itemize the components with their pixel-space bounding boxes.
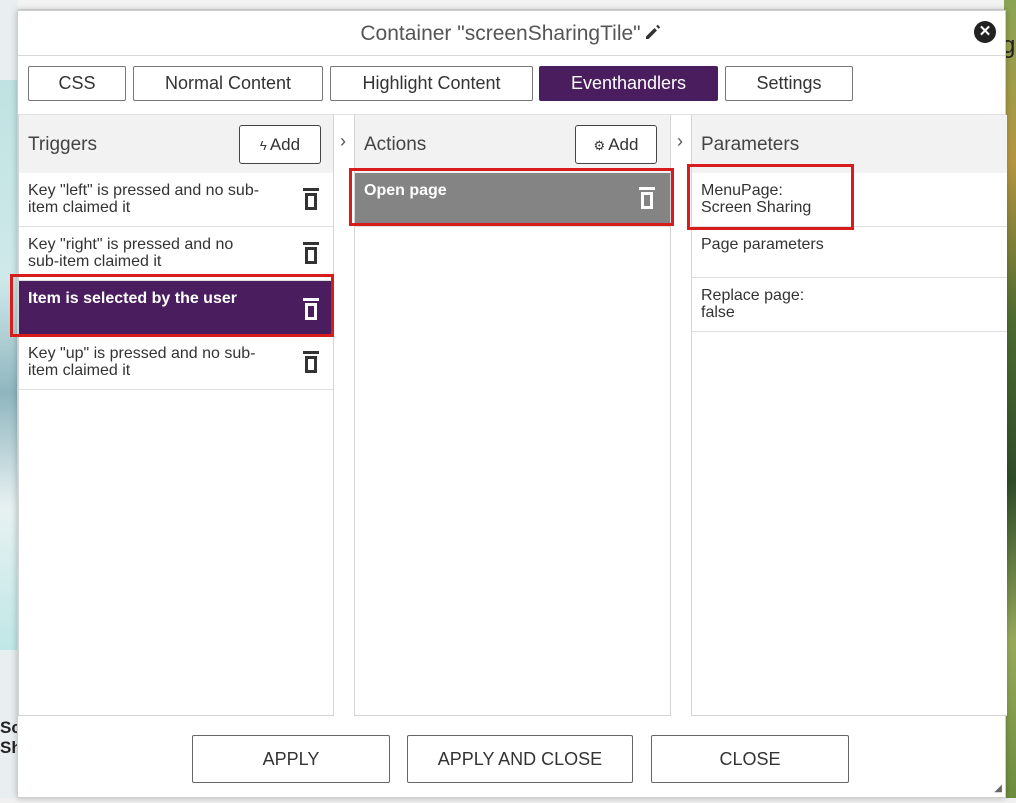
triggers-heading: Triggers [28,134,97,155]
add-action-button[interactable]: ⚙ Add [575,125,657,164]
add-trigger-button[interactable]: ϟ Add [239,125,321,164]
apply-button[interactable]: APPLY [192,735,390,783]
chevron-right-icon: › [677,131,683,151]
trigger-text-line2: item claimed it [28,362,131,379]
container-dialog: Container "screenSharingTile" ✕ CSS Norm… [10,10,1007,798]
parameters-column: Parameters MenuPage: Screen Sharing Page… [691,115,1007,716]
parameter-text: MenuPage: Screen Sharing [701,182,811,216]
trash-icon[interactable] [639,187,655,209]
parameters-heading: Parameters [701,134,800,155]
parameter-value: Screen Sharing [701,199,812,216]
trigger-text: Key "right" is pressed and no sub-item c… [28,236,233,270]
trigger-text-line1: Key "up" is pressed and no sub- [28,345,256,362]
parameter-item[interactable]: Page parameters [692,227,1007,278]
trash-icon[interactable] [303,188,319,210]
tab-highlight-content[interactable]: Highlight Content [330,66,533,101]
actions-heading: Actions [364,134,427,155]
parameters-header: Parameters [692,115,1007,173]
background-image [0,80,18,650]
parameter-key: Replace page: [701,287,805,304]
trigger-text-line1: Item is selected by the user [28,290,237,307]
parameter-text: Page parameters [701,236,824,253]
dialog-title: Container "screenSharingTile" [360,22,641,45]
close-button[interactable]: CLOSE [651,735,849,783]
trigger-item[interactable]: Key "up" is pressed and no sub- item cla… [19,336,333,390]
actions-column: Actions ⚙ Add Open page [354,115,671,716]
resize-handle-icon[interactable]: ◢ [994,783,1002,794]
action-text: Open page [364,182,447,199]
dialog-title-wrap: Container "screenSharingTile" [18,22,1005,48]
dialog-title-bar: Container "screenSharingTile" ✕ [18,11,1005,56]
trigger-text: Key "up" is pressed and no sub- item cla… [28,345,256,379]
tab-normal-content[interactable]: Normal Content [133,66,323,101]
tab-eventhandlers[interactable]: Eventhandlers [539,66,718,101]
trigger-text: Key "left" is pressed and no sub- item c… [28,182,259,216]
add-trigger-label: Add [269,135,301,154]
triggers-header: Triggers ϟ Add [19,115,333,173]
trash-icon[interactable] [303,242,319,264]
edit-pencil-icon[interactable] [643,22,663,48]
background-app-bar [0,0,1016,10]
parameter-value: false [701,304,735,321]
trash-icon[interactable] [303,351,319,373]
trigger-item-selected[interactable]: Item is selected by the user [19,281,333,336]
actions-header: Actions ⚙ Add [355,115,670,173]
lightning-icon: ϟ [259,138,267,153]
parameter-key: Page parameters [701,236,824,253]
add-action-label: Add [608,135,639,154]
tab-settings[interactable]: Settings [725,66,853,101]
action-item-selected[interactable]: Open page [355,173,670,227]
close-icon[interactable]: ✕ [974,21,996,43]
triggers-column: Triggers ϟ Add Key "left" is pressed and … [18,115,334,716]
gears-icon: ⚙ [593,138,606,153]
chevron-right-icon: › [340,131,346,151]
trigger-text-line1: Key "left" is pressed and no sub- [28,182,260,199]
apply-and-close-button[interactable]: APPLY AND CLOSE [407,735,633,783]
parameter-item[interactable]: Replace page: false [692,278,1007,332]
parameter-text: Replace page: false [701,287,804,321]
trigger-text-line1: Key "right" is pressed and no [28,236,234,253]
tab-css[interactable]: CSS [28,66,126,101]
trigger-text-line2: sub-item claimed it [28,253,162,270]
trigger-text: Item is selected by the user [28,290,237,307]
background-bottom-strip [0,798,1016,803]
trigger-text-line2: item claimed it [28,199,131,216]
trigger-item[interactable]: Key "left" is pressed and no sub- item c… [19,173,333,227]
background-left-panel: Sc Sh [0,0,22,803]
parameter-key: MenuPage: [701,182,783,199]
trash-icon[interactable] [303,298,319,320]
parameter-item[interactable]: MenuPage: Screen Sharing [692,173,1007,227]
trigger-item[interactable]: Key "right" is pressed and no sub-item c… [19,227,333,281]
